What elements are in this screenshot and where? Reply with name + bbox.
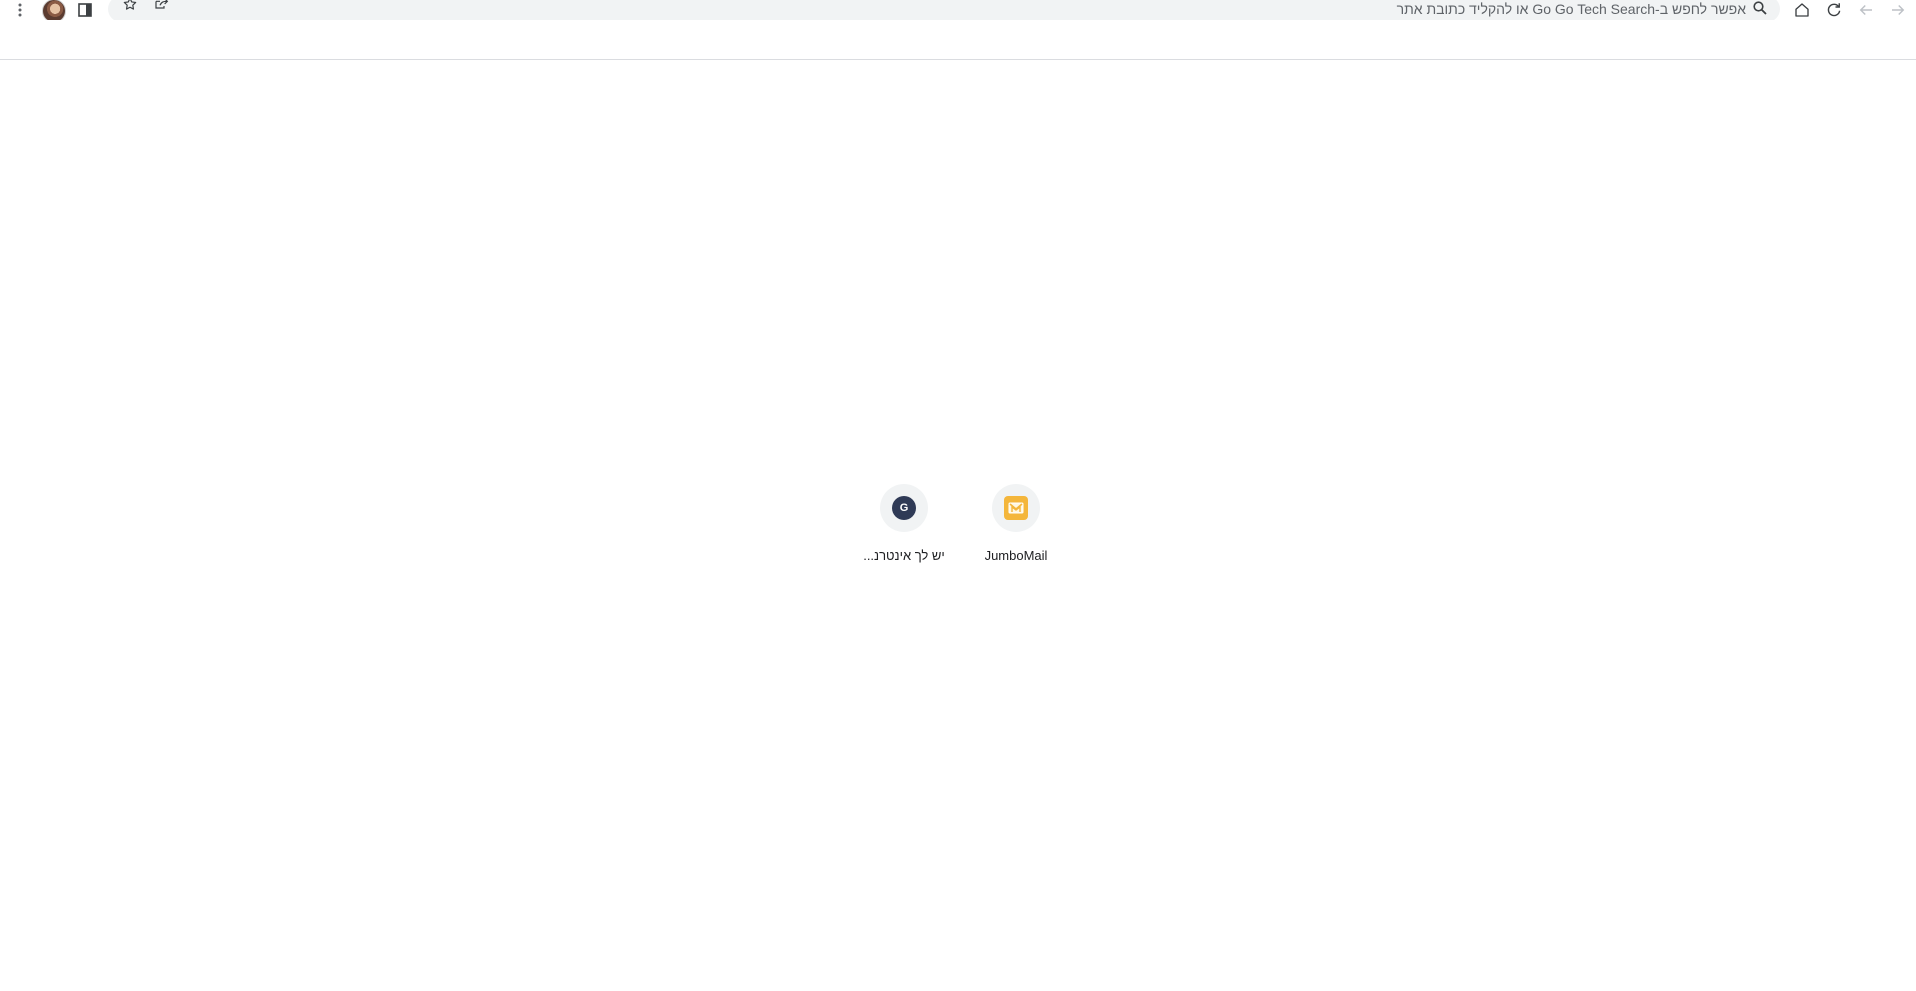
- site-favicon-icon: G: [892, 496, 916, 520]
- shortcut-icon-wrap: [992, 484, 1040, 532]
- star-icon: [122, 0, 138, 17]
- shortcut-tile-internet[interactable]: G יש לך אינטרנ...: [848, 484, 960, 574]
- side-panel-icon: [77, 2, 93, 18]
- search-icon: [1752, 0, 1768, 16]
- address-bar[interactable]: אפשר לחפש ב-Go Go Tech Search או להקליד …: [108, 0, 1780, 22]
- share-button[interactable]: [150, 0, 174, 16]
- arrow-back-icon: [1857, 1, 1875, 19]
- jumbomail-icon: [1004, 496, 1028, 520]
- shortcuts-grid: G יש לך אינטרנ... JumboMail: [0, 484, 1916, 574]
- forward-button[interactable]: [1886, 0, 1910, 20]
- bookmarks-bar: [0, 20, 1916, 60]
- reload-icon: [1825, 1, 1843, 19]
- browser-menu-button[interactable]: [8, 0, 32, 20]
- shortcut-title: יש לך אינטרנ...: [863, 548, 945, 563]
- home-button[interactable]: [1790, 0, 1814, 20]
- shortcut-title: JumboMail: [984, 548, 1048, 563]
- arrow-forward-icon: [1889, 1, 1907, 19]
- home-icon: [1793, 1, 1811, 19]
- shortcut-icon-wrap: G: [880, 484, 928, 532]
- back-button[interactable]: [1854, 0, 1878, 20]
- omnibox-placeholder: אפשר לחפש ב-Go Go Tech Search או להקליד …: [1396, 1, 1746, 17]
- reload-button[interactable]: [1822, 0, 1846, 20]
- side-panel-button[interactable]: [73, 0, 97, 20]
- bookmark-star-button[interactable]: [118, 0, 142, 16]
- shortcut-tile-jumbomail[interactable]: JumboMail: [960, 484, 1072, 574]
- more-vert-icon: [12, 2, 28, 18]
- browser-toolbar: אפשר לחפש ב-Go Go Tech Search או להקליד …: [0, 0, 1916, 23]
- share-icon: [154, 0, 170, 17]
